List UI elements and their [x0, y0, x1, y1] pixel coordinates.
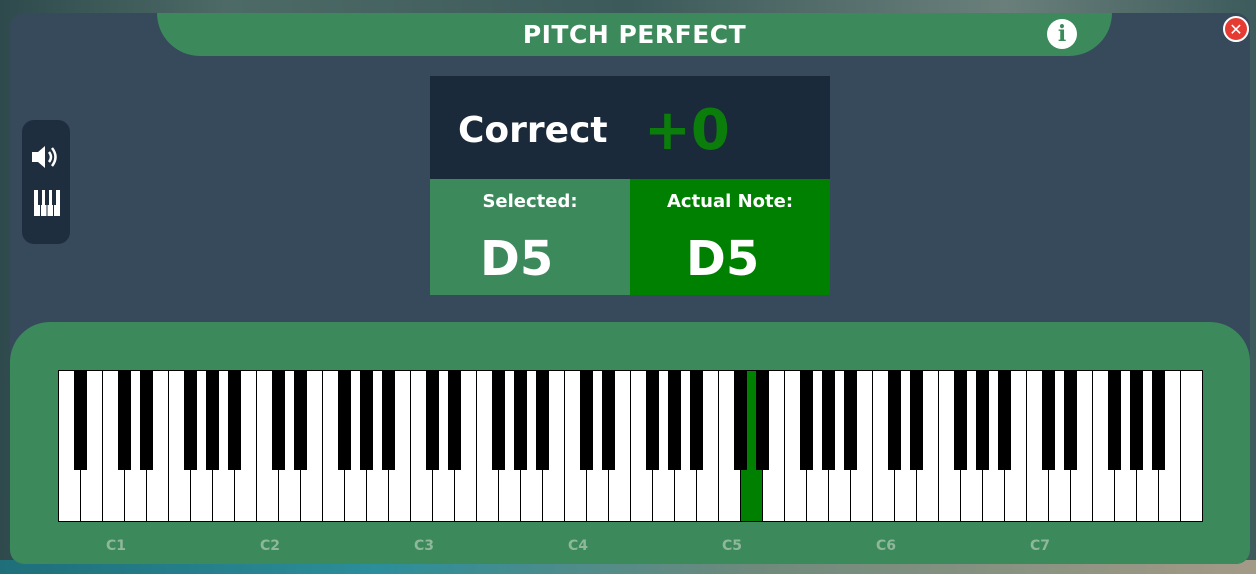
black-key-Fsharp5[interactable] [800, 370, 813, 470]
black-key-Gsharp1[interactable] [206, 370, 219, 470]
title-bar: PITCH PERFECT [157, 13, 1112, 56]
app-title: PITCH PERFECT [522, 20, 747, 49]
octave-label: C6 [876, 538, 897, 554]
black-key-Gsharp3[interactable] [514, 370, 527, 470]
black-key-Gsharp6[interactable] [976, 370, 989, 470]
selected-label: Selected: [482, 191, 578, 212]
black-key-Csharp3[interactable] [426, 370, 439, 470]
black-key-Asharp0[interactable] [74, 370, 87, 470]
black-key-Csharp7[interactable] [1042, 370, 1055, 470]
octave-label: C3 [414, 538, 435, 554]
side-toolbar [22, 120, 70, 244]
black-key-Asharp3[interactable] [536, 370, 549, 470]
octave-label: C2 [260, 538, 281, 554]
black-key-Dsharp1[interactable] [140, 370, 153, 470]
black-key-Asharp2[interactable] [382, 370, 395, 470]
octave-label: C7 [1030, 538, 1051, 554]
black-key-Fsharp7[interactable] [1108, 370, 1121, 470]
black-key-Dsharp5[interactable] [756, 370, 769, 470]
white-key-C8[interactable] [1180, 370, 1203, 522]
black-key-Gsharp5[interactable] [822, 370, 835, 470]
piano-keys-icon[interactable] [34, 190, 60, 216]
black-key-Fsharp6[interactable] [954, 370, 967, 470]
piano-keyboard [58, 370, 1203, 522]
actual-note-box: Actual Note: D5 [630, 179, 830, 295]
black-key-Fsharp1[interactable] [184, 370, 197, 470]
close-icon[interactable]: ✕ [1223, 16, 1249, 42]
speaker-icon[interactable] [30, 142, 62, 172]
black-key-Gsharp4[interactable] [668, 370, 681, 470]
black-key-Gsharp2[interactable] [360, 370, 373, 470]
actual-note: D5 [686, 231, 760, 287]
black-key-Csharp5[interactable] [734, 370, 747, 470]
black-key-Csharp1[interactable] [118, 370, 131, 470]
black-key-Dsharp3[interactable] [448, 370, 461, 470]
info-icon[interactable]: i [1047, 19, 1077, 49]
black-key-Csharp2[interactable] [272, 370, 285, 470]
black-key-Dsharp2[interactable] [294, 370, 307, 470]
black-key-Asharp7[interactable] [1152, 370, 1165, 470]
black-key-Fsharp2[interactable] [338, 370, 351, 470]
black-key-Asharp1[interactable] [228, 370, 241, 470]
black-key-Csharp6[interactable] [888, 370, 901, 470]
selected-note: D5 [480, 231, 554, 287]
score-value: +0 [644, 98, 730, 163]
score-label: Correct [458, 110, 608, 151]
black-key-Asharp6[interactable] [998, 370, 1011, 470]
octave-label: C1 [106, 538, 127, 554]
black-key-Asharp5[interactable] [844, 370, 857, 470]
black-key-Dsharp6[interactable] [910, 370, 923, 470]
octave-label: C5 [722, 538, 743, 554]
black-key-Fsharp3[interactable] [492, 370, 505, 470]
black-key-Dsharp4[interactable] [602, 370, 615, 470]
octave-label: C4 [568, 538, 589, 554]
black-key-Dsharp7[interactable] [1064, 370, 1077, 470]
black-key-Csharp4[interactable] [580, 370, 593, 470]
black-key-Gsharp7[interactable] [1130, 370, 1143, 470]
selected-note-box: Selected: D5 [430, 179, 630, 295]
actual-label: Actual Note: [666, 191, 794, 212]
black-key-Fsharp4[interactable] [646, 370, 659, 470]
black-key-Asharp4[interactable] [690, 370, 703, 470]
score-box: Correct +0 [430, 76, 830, 179]
